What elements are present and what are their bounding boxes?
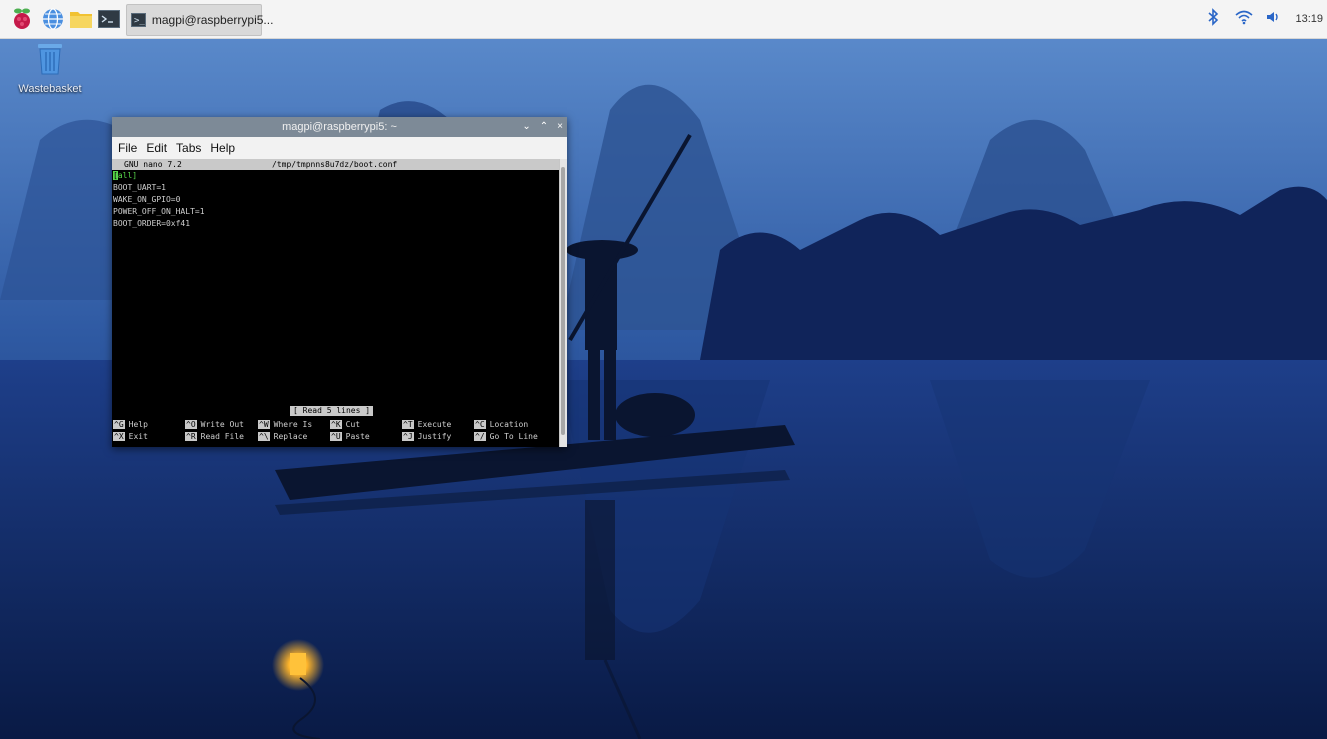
shortcut-cut: ^K Cut [330, 420, 361, 429]
terminal-title: magpi@raspberrypi5: ~ [282, 121, 397, 133]
editor-line: [all] [113, 171, 138, 180]
maximize-button[interactable]: ⌃ [540, 117, 548, 137]
shortcut-exit: ^X Exit [113, 432, 148, 441]
shortcut-go-to-line: ^/Go To Line [474, 432, 538, 441]
nano-text-area[interactable]: [all] BOOT_UART=1 WAKE_ON_GPIO=0 POWER_O… [112, 170, 560, 230]
wastebasket-label: Wastebasket [18, 83, 82, 95]
terminal-titlebar[interactable]: magpi@raspberrypi5: ~ ⌄ ⌃ × [112, 117, 567, 137]
volume-icon[interactable] [1265, 9, 1281, 30]
menu-file[interactable]: File [118, 141, 137, 155]
shortcut-help: ^G Help [113, 420, 148, 429]
editor-line: BOOT_UART=1 [113, 183, 166, 192]
window-controls: ⌄ ⌃ × [522, 117, 563, 137]
menu-help[interactable]: Help [210, 141, 235, 155]
browser-globe-icon[interactable] [40, 6, 66, 32]
terminal-window[interactable]: magpi@raspberrypi5: ~ ⌄ ⌃ × File Edit Ta… [112, 117, 567, 447]
shortcut-justify: ^J Justify [402, 432, 452, 441]
scrollbar-thumb[interactable] [561, 167, 565, 435]
clock[interactable]: 13:19 [1295, 13, 1323, 25]
shortcut-location: ^C Location [474, 420, 529, 429]
nano-status-message: [ Read 5 lines ] [290, 406, 374, 416]
menu-tabs[interactable]: Tabs [176, 141, 201, 155]
system-tray: 13:19 [1207, 0, 1327, 38]
taskbar: >_ magpi@raspberrypi5... 13:19 [0, 0, 1327, 39]
shortcut-read-file: ^R Read File [185, 432, 244, 441]
nano-header: GNU nano 7.2 /tmp/tmpnns8u7dz/boot.conf [112, 159, 560, 170]
editor-line: POWER_OFF_ON_HALT=1 [113, 207, 205, 216]
terminal-task-button[interactable]: >_ magpi@raspberrypi5... [126, 4, 273, 36]
trash-icon [38, 44, 62, 75]
nano-editor[interactable]: GNU nano 7.2 /tmp/tmpnns8u7dz/boot.conf … [112, 159, 560, 447]
terminal-icon[interactable] [96, 6, 122, 32]
nano-version: GNU nano 7.2 [124, 160, 182, 169]
terminal-scrollbar[interactable] [559, 159, 567, 447]
terminal-menubar: File Edit Tabs Help [112, 137, 567, 159]
shortcut-where-is: ^W Where Is [258, 420, 313, 429]
wifi-icon[interactable] [1235, 9, 1253, 30]
shortcut-write-out: ^O Write Out [185, 420, 244, 429]
close-button[interactable]: × [557, 117, 563, 137]
minimize-button[interactable]: ⌄ [522, 117, 530, 137]
shortcut-execute: ^T Execute [402, 420, 452, 429]
menu-edit[interactable]: Edit [146, 141, 167, 155]
task-button-label: magpi@raspberrypi5... [151, 13, 274, 27]
file-manager-folder-icon[interactable] [68, 6, 94, 32]
editor-line: BOOT_ORDER=0xf41 [113, 219, 191, 228]
raspberry-menu-icon[interactable] [9, 6, 35, 32]
terminal-task-icon: >_ [131, 13, 146, 27]
shortcut-paste: ^U Paste [330, 432, 370, 441]
editor-line: WAKE_ON_GPIO=0 [113, 195, 181, 204]
bluetooth-icon[interactable] [1207, 7, 1219, 31]
nano-file-path: /tmp/tmpnns8u7dz/boot.conf [272, 160, 398, 169]
shortcut-replace: ^\ Replace [258, 432, 308, 441]
wastebasket-desktop-icon[interactable]: Wastebasket [14, 42, 86, 95]
